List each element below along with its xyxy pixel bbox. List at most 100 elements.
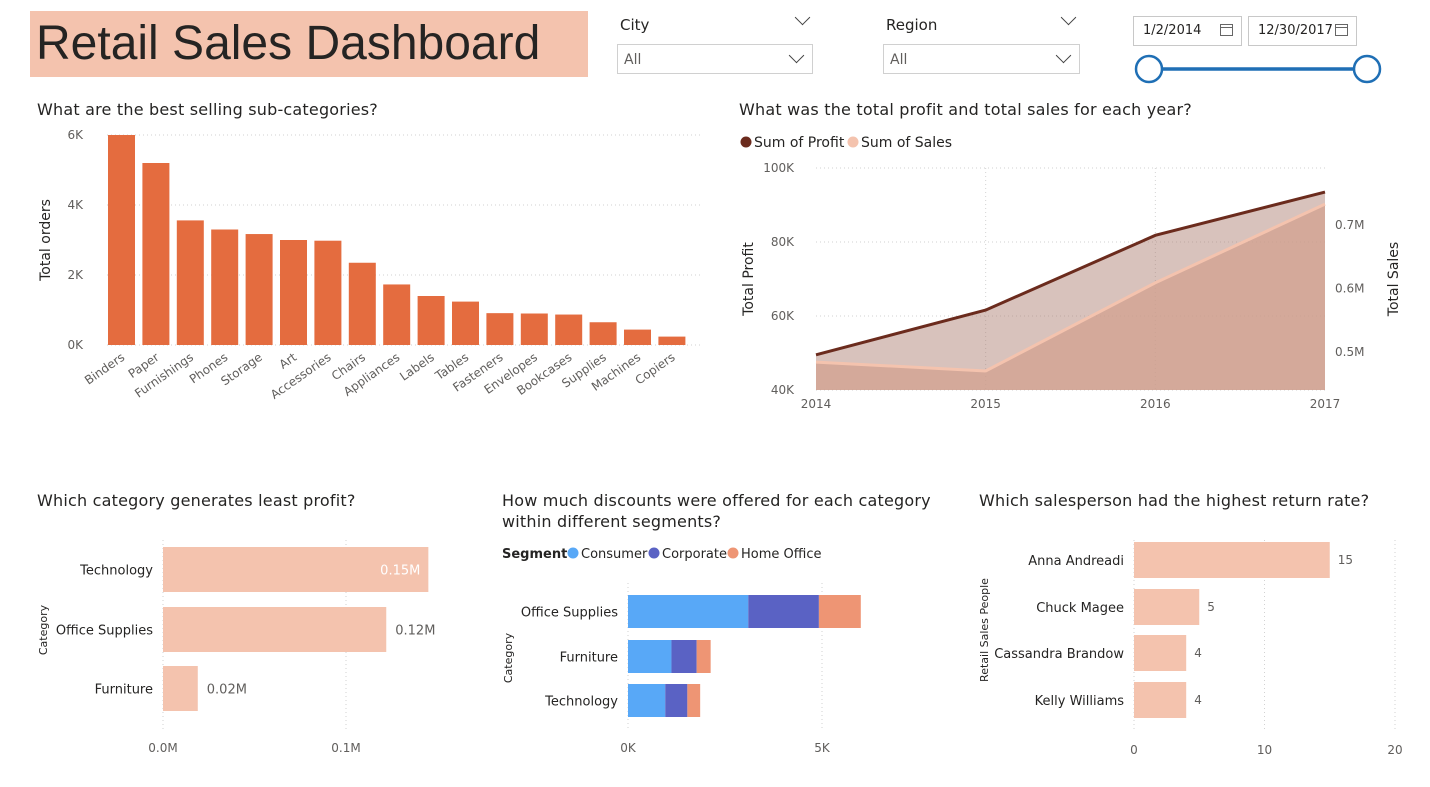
bar	[314, 240, 342, 345]
city-dropdown[interactable]: All	[617, 44, 813, 74]
y-tick-label: Technology	[79, 564, 153, 579]
x-tick-label: Art	[277, 350, 300, 372]
x-tick-label: 0.0M	[148, 741, 177, 755]
bar	[142, 163, 170, 345]
y-tick-label: 4K	[67, 198, 84, 212]
bar	[163, 607, 387, 652]
city-slicer-label: City	[620, 16, 650, 34]
y-tick-label: Anna Andreadi	[1028, 554, 1124, 569]
y-tick-label: 0K	[67, 338, 84, 352]
legend-label: Consumer	[581, 547, 648, 562]
y-tick-label: Technology	[544, 695, 618, 710]
y-left-tick-label: 60K	[771, 309, 795, 323]
bar	[1134, 682, 1187, 718]
region-collapse-chevron-icon[interactable]	[1060, 9, 1077, 26]
y-right-axis-label: Total Sales	[1386, 242, 1402, 317]
category-profit-bar-chart: 0.0M 0.1M Technology 0.15M Office Supplies 0.…	[37, 540, 435, 755]
bar	[1134, 589, 1200, 625]
legend-title: Segment	[502, 547, 567, 562]
bar	[452, 301, 479, 345]
bar	[163, 666, 198, 711]
y-tick-label: Cassandra Brandow	[994, 647, 1124, 662]
start-date-input[interactable]: 1/2/2014	[1133, 16, 1242, 46]
end-date-input[interactable]: 12/30/2017	[1248, 16, 1357, 46]
bar	[555, 314, 583, 345]
y-axis-label: Total orders	[38, 199, 54, 282]
region-chevron-down-icon	[1055, 47, 1072, 64]
x-tick-label: 0	[1130, 743, 1138, 757]
city-dropdown-value: All	[624, 52, 642, 68]
bar	[1134, 635, 1187, 671]
legend-label-profit: Sum of Profit	[754, 135, 845, 151]
bar	[624, 329, 651, 345]
legend-label: Corporate	[662, 547, 727, 562]
data-label: 0.02M	[207, 683, 247, 698]
y-axis-label: Retail Sales People	[978, 578, 991, 682]
subcategories-chart-title: What are the best selling sub-categories…	[37, 100, 378, 119]
y-left-tick-label: 40K	[771, 383, 795, 397]
calendar-icon[interactable]	[1220, 24, 1233, 36]
slider-end-handle[interactable]	[1352, 54, 1382, 84]
stacked-bar-segment	[665, 684, 688, 717]
bar	[383, 284, 411, 345]
y-right-tick-label: 0.7M	[1335, 218, 1364, 232]
data-label: 5	[1207, 600, 1215, 614]
bar	[108, 135, 135, 345]
legend-marker-sales	[847, 136, 859, 148]
x-tick-label: 10	[1257, 743, 1272, 757]
slider-start-handle[interactable]	[1134, 54, 1164, 84]
stacked-bar-segment	[671, 640, 697, 673]
stacked-bar-segment	[628, 640, 672, 673]
stacked-bar-segment	[628, 684, 666, 717]
bar	[348, 262, 376, 345]
y-axis-label: Category	[502, 632, 515, 683]
y-tick-label: Furniture	[560, 651, 618, 666]
legend-marker	[567, 547, 579, 559]
y-left-axis-label: Total Profit	[741, 242, 757, 317]
y-axis-label: Category	[37, 604, 50, 655]
page-title: Retail Sales Dashboard	[36, 17, 541, 70]
y-tick-label: Chuck Magee	[1036, 601, 1124, 616]
x-tick-label: Copiers	[633, 350, 678, 387]
region-dropdown[interactable]: All	[883, 44, 1080, 74]
x-tick-label: 2017	[1310, 397, 1341, 411]
y-right-tick-label: 0.5M	[1335, 345, 1364, 359]
x-tick-label: 2016	[1140, 397, 1171, 411]
y-tick-label: Office Supplies	[56, 624, 153, 639]
data-label: 0.12M	[395, 624, 435, 639]
discounts-chart-title-line2: within different segments?	[502, 512, 722, 531]
bar	[176, 220, 204, 345]
start-date-value: 1/2/2014	[1143, 23, 1202, 38]
stacked-bar-segment	[748, 595, 819, 628]
bar	[1134, 542, 1330, 578]
y-left-tick-label: 80K	[771, 235, 795, 249]
x-tick-label: 2015	[970, 397, 1001, 411]
legend-label-sales: Sum of Sales	[861, 135, 952, 151]
end-date-value: 12/30/2017	[1258, 23, 1333, 38]
profit-sales-area-chart: Sum of Profit Sum of Sales 40K 60K 80K 100K 0.…	[740, 135, 1402, 411]
stacked-bar-segment	[818, 595, 861, 628]
calendar-icon[interactable]	[1335, 24, 1348, 36]
stacked-bar-segment	[628, 595, 749, 628]
bar	[589, 322, 617, 345]
data-label: 4	[1194, 693, 1202, 707]
subcategories-bar-chart: 0K2K4K6KTotal ordersBindersPaperFurnishi…	[38, 128, 700, 402]
city-chevron-down-icon	[788, 47, 805, 64]
date-range-slider[interactable]	[1130, 52, 1390, 86]
y-left-tick-label: 100K	[763, 161, 795, 175]
returns-bar-chart: 0 10 20 Anna Andreadi 15 Chuck Magee 5 Cassandr…	[978, 540, 1403, 757]
legend-marker-profit	[740, 136, 752, 148]
bar	[245, 234, 273, 345]
discounts-chart-title-line1: How much discounts were offered for each…	[502, 491, 931, 510]
bar	[520, 313, 548, 345]
y-tick-label: Furniture	[95, 683, 153, 698]
legend-label: Home Office	[741, 547, 821, 562]
x-tick-label: 5K	[814, 741, 831, 755]
bar	[417, 296, 445, 345]
stacked-bar-segment	[696, 640, 711, 673]
profit-sales-chart-title: What was the total profit and total sale…	[739, 100, 1192, 119]
city-collapse-chevron-icon[interactable]	[794, 9, 811, 26]
bar	[211, 229, 239, 345]
data-label: 4	[1194, 646, 1202, 660]
legend-marker	[727, 547, 739, 559]
